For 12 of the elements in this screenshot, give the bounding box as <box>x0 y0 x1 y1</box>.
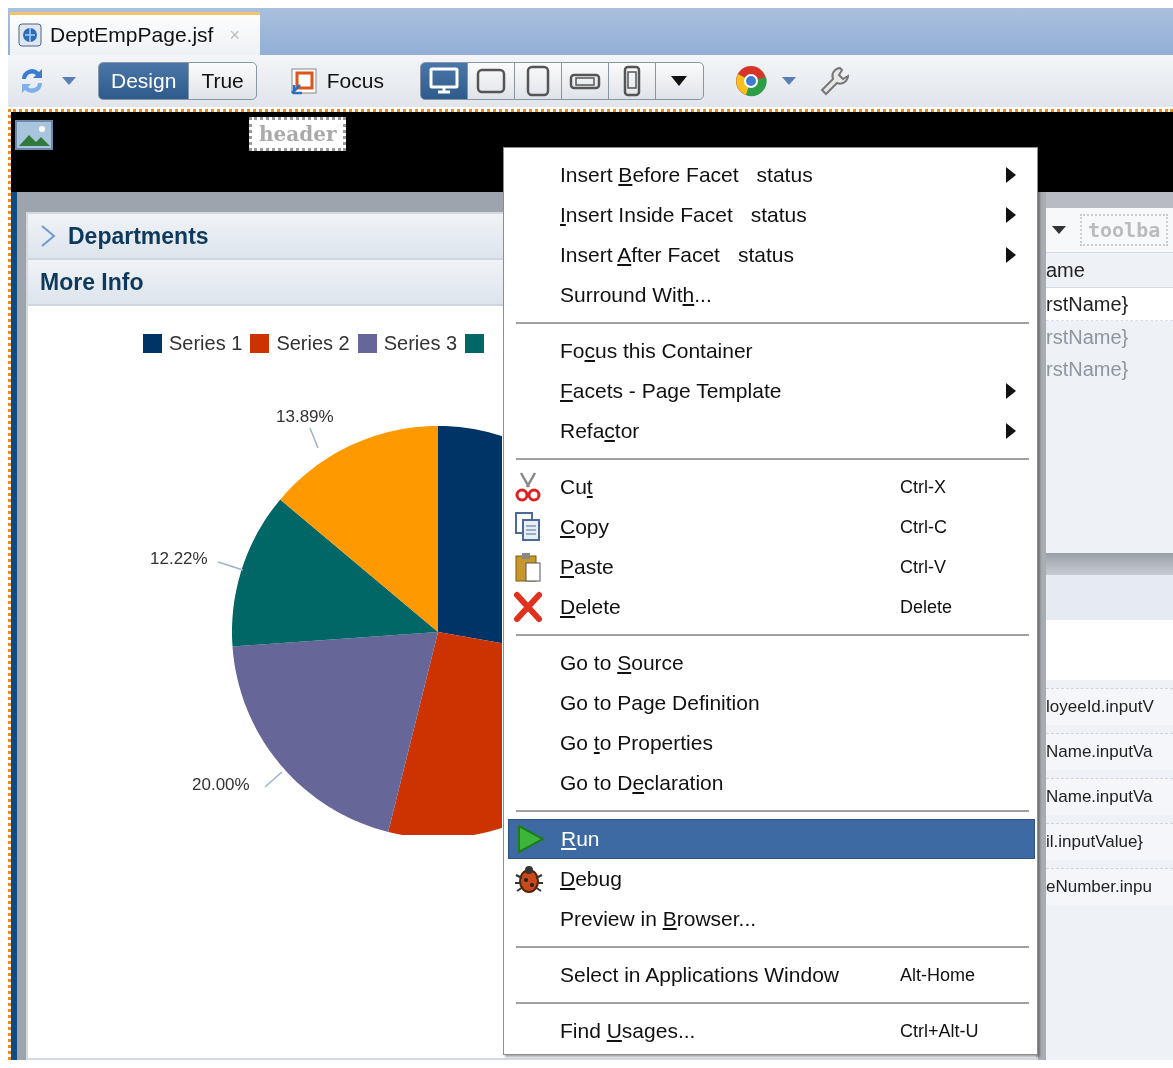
slice-label: 20.00% <box>192 775 250 795</box>
table-cell-text: rstName} <box>1046 356 1130 382</box>
slice-label: 13.89% <box>276 407 334 427</box>
table-cell: rstName} <box>1046 288 1173 321</box>
facet-label: toolba <box>1080 214 1169 246</box>
legend-label: Series 2 <box>276 332 350 355</box>
legend-label: Series 1 <box>169 332 243 355</box>
legend-label: Series 3 <box>383 332 458 355</box>
column-header: ame <box>1046 258 1085 282</box>
table-cell-text: rstName} <box>1046 324 1130 350</box>
facet-label: header <box>249 117 347 151</box>
slice-label: 12.22% <box>150 549 208 569</box>
